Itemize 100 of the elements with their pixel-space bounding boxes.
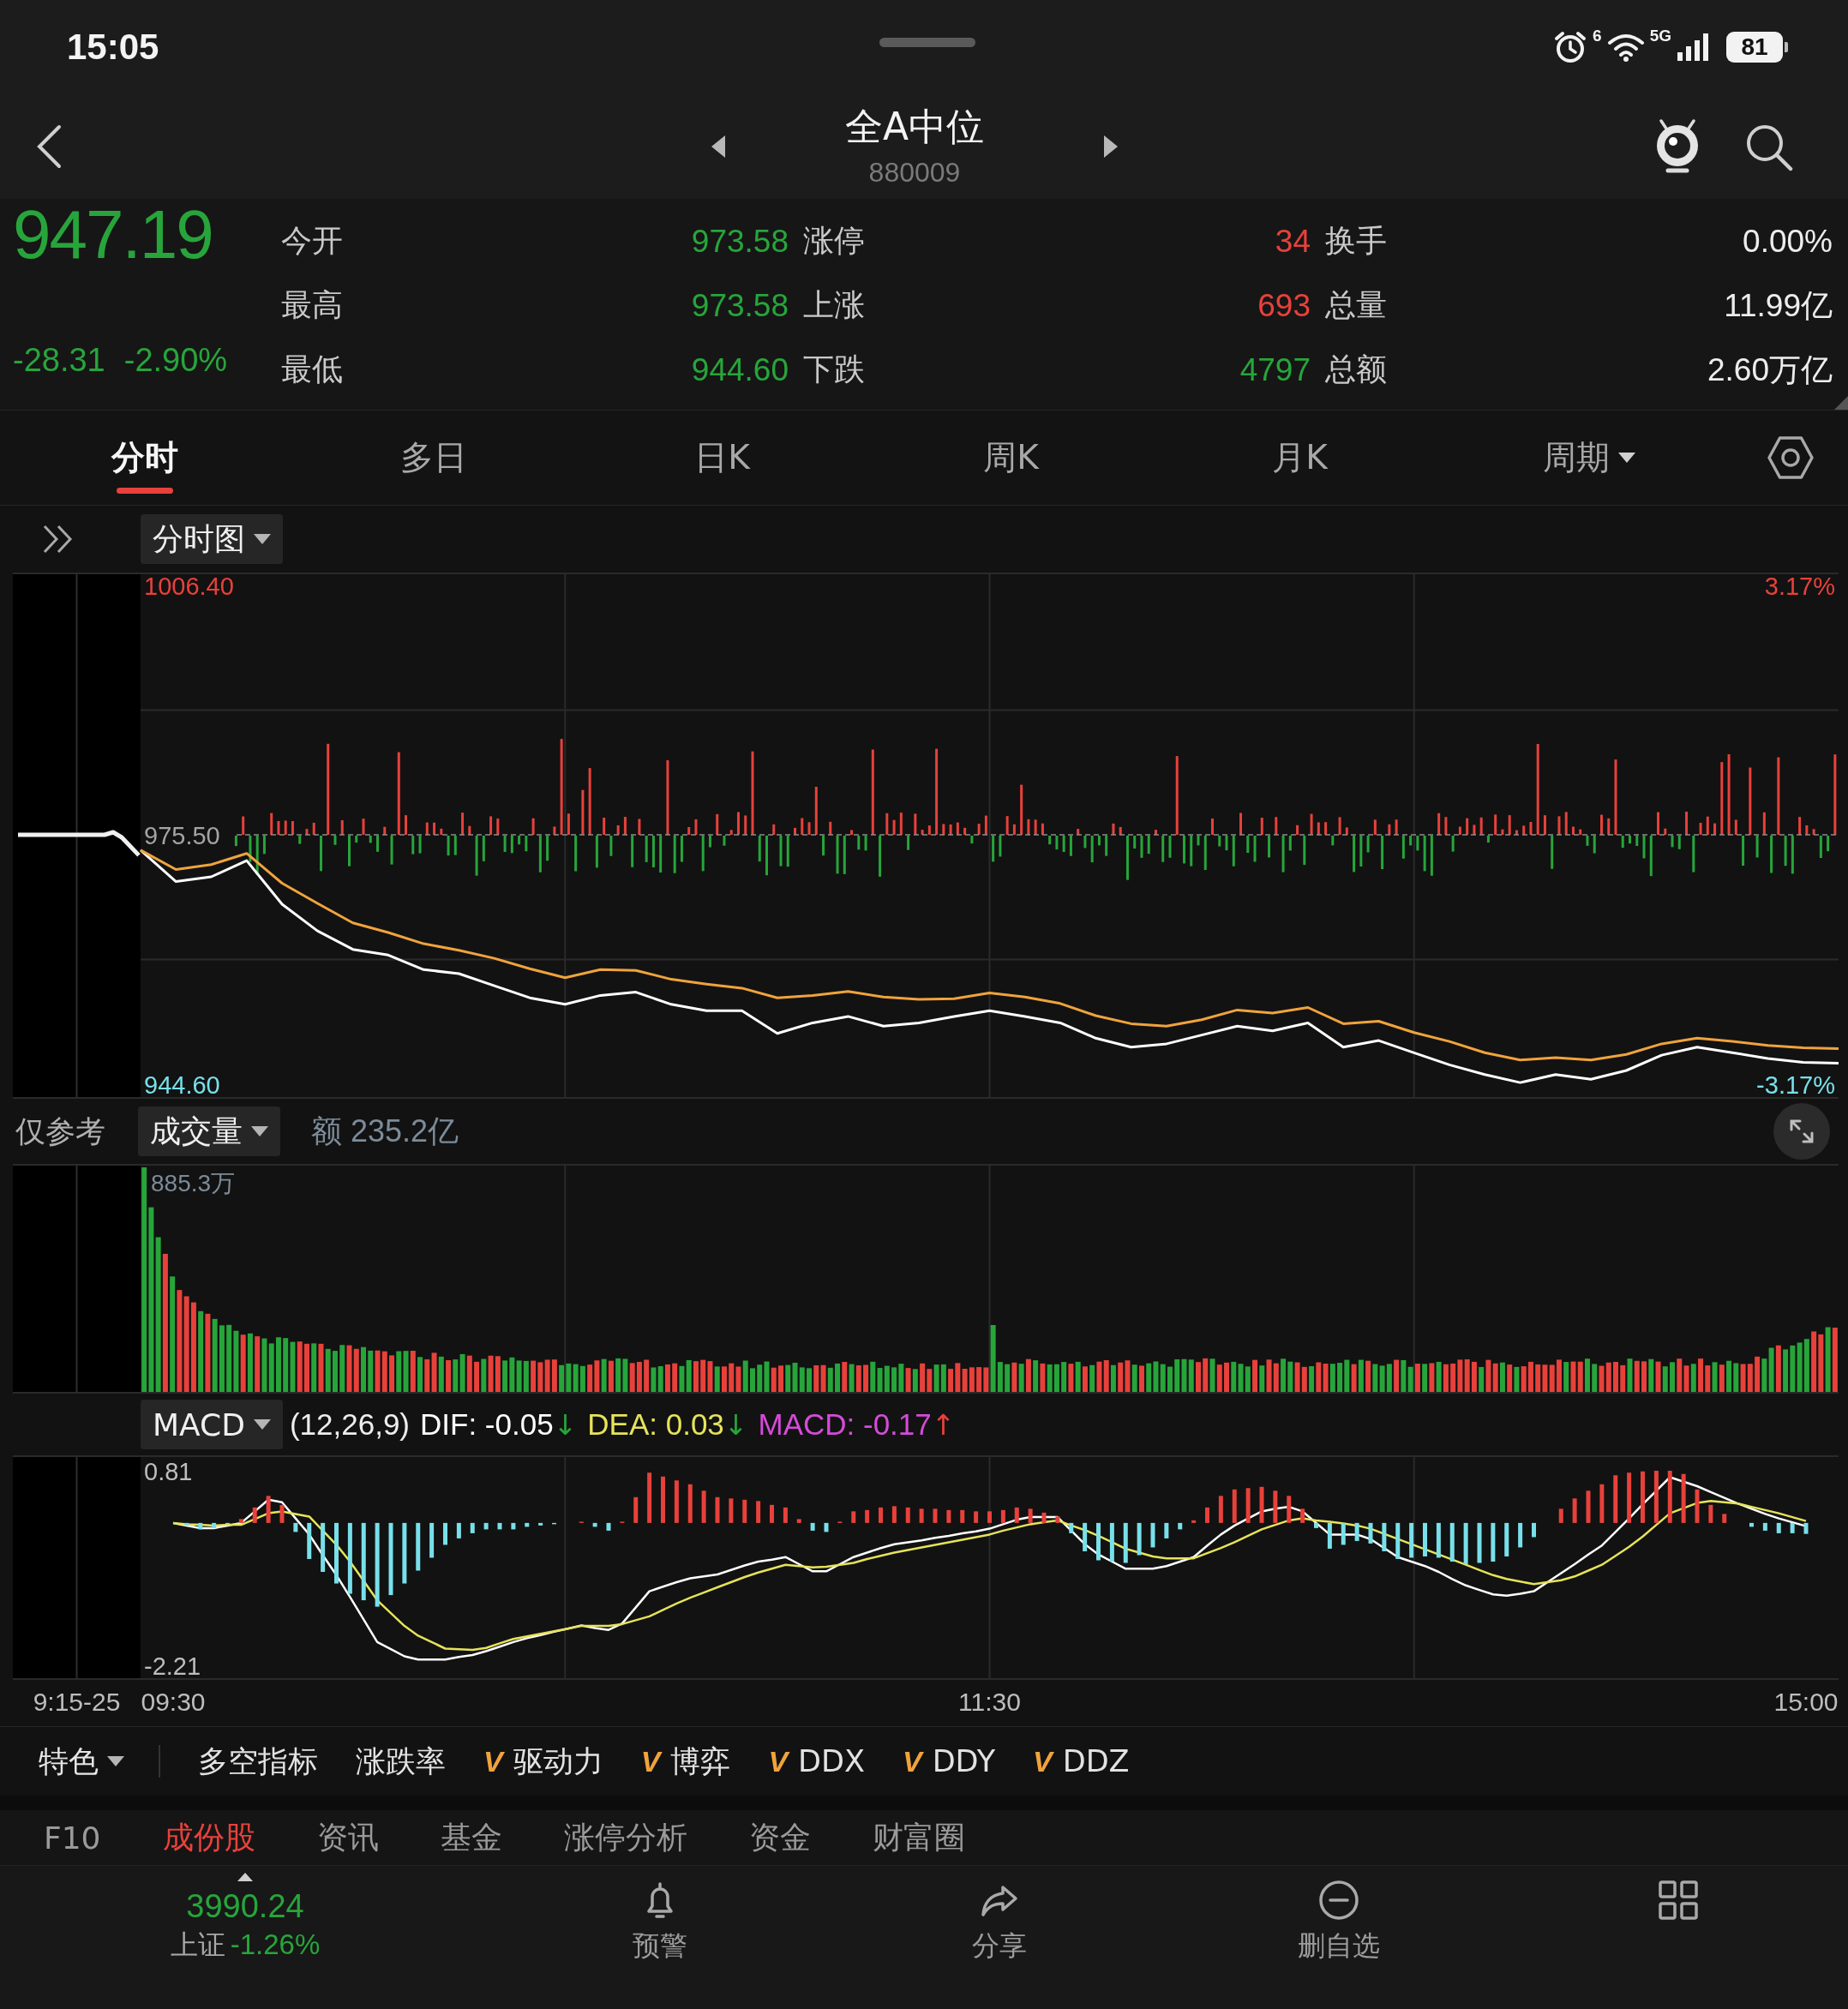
stat-value: 973.58 [691, 223, 789, 260]
remove-watchlist-button[interactable]: 删自选 [1298, 1879, 1380, 1964]
info-tab[interactable]: 财富圈 [872, 1816, 965, 1859]
bar [252, 1507, 257, 1523]
vip-mark: V [640, 1744, 661, 1778]
bar [1055, 1516, 1060, 1523]
indicator-dropdown[interactable]: MACD [141, 1400, 283, 1449]
stat-label: 最低 [281, 351, 343, 388]
info-tab[interactable]: F10 [44, 1820, 101, 1856]
stat-value: 0.00% [1743, 223, 1833, 260]
stat-label: 今开 [281, 222, 343, 260]
signal-icon [1677, 33, 1709, 61]
bar [1409, 1522, 1414, 1558]
bar [361, 1522, 366, 1601]
wifi-icon [1606, 33, 1645, 62]
indicator-option[interactable]: V 博弈 [640, 1741, 731, 1782]
trend-arrow: ↑ [931, 1407, 956, 1442]
grid-menu-button[interactable] [1657, 1879, 1700, 1922]
vip-mark: V [483, 1744, 503, 1778]
bar [1300, 1508, 1305, 1523]
indicator-option-label: 驱动力 [513, 1742, 603, 1780]
bar [1287, 1496, 1292, 1523]
bar [198, 1522, 203, 1530]
left-triangle-icon[interactable] [711, 135, 725, 158]
bar [1218, 1496, 1223, 1523]
double-chevron-icon[interactable] [42, 524, 75, 555]
bar [946, 1509, 951, 1523]
bar [1245, 1488, 1251, 1523]
chart-mode-dropdown[interactable]: 分时图 [141, 514, 283, 564]
expand-icon[interactable] [1773, 1103, 1830, 1160]
indicator-reading: DIF: -0.05 [420, 1407, 554, 1442]
bar [715, 1496, 720, 1523]
back-icon[interactable] [36, 124, 62, 169]
chart-tab[interactable]: 周K [867, 411, 1155, 505]
bar [470, 1522, 475, 1533]
indicator-reading: MACD: -0.17 [758, 1407, 932, 1442]
caret-icon [1617, 453, 1635, 463]
turnover-amount: 额 235.2亿 [311, 1112, 459, 1150]
bar [1532, 1522, 1536, 1538]
stat-label: 总额 [1325, 351, 1387, 388]
chart-tab[interactable]: 月K [1155, 411, 1444, 505]
bar [1000, 1509, 1005, 1523]
info-tab[interactable]: 成份股 [162, 1816, 255, 1859]
stat-value: 944.60 [691, 351, 789, 388]
chart-tab[interactable]: 日K [578, 411, 867, 505]
corner-triangle-icon [1834, 396, 1848, 410]
feature-menu-button[interactable]: 特色 [39, 1741, 124, 1782]
bar [865, 1509, 870, 1523]
info-tab[interactable]: 资讯 [316, 1816, 379, 1859]
indicator-option[interactable]: V 驱动力 [483, 1741, 603, 1782]
bar [184, 1522, 189, 1526]
bar [416, 1522, 421, 1571]
indicator-dropdown[interactable]: 成交量 [138, 1106, 280, 1156]
bar [851, 1511, 856, 1523]
bar [1382, 1522, 1387, 1551]
bar [1681, 1473, 1686, 1523]
right-triangle-icon[interactable] [1104, 135, 1118, 158]
bar [960, 1509, 965, 1523]
settings-icon[interactable] [1767, 435, 1814, 480]
indicator-option[interactable]: V DDX [768, 1744, 865, 1778]
period-menu-tab[interactable]: 周期 [1444, 411, 1733, 505]
indicator-option[interactable]: V DDY [902, 1744, 995, 1778]
bar [1164, 1522, 1169, 1538]
indicator-option[interactable]: 多空指标 [198, 1741, 318, 1782]
info-tab[interactable]: 涨停分析 [563, 1816, 687, 1859]
bar [266, 1496, 271, 1523]
index-change: -1.26% [230, 1928, 321, 1962]
stat-value: 4797 [1239, 351, 1311, 388]
bar [1653, 1471, 1659, 1523]
stat-value: 11.99亿 [1724, 286, 1833, 325]
bar [1178, 1522, 1183, 1530]
chart-tab[interactable]: 多日 [289, 411, 578, 505]
index-name: 上证 [170, 1928, 225, 1963]
bar [742, 1499, 747, 1523]
grid-icon [1657, 1879, 1700, 1922]
vip-mark: V [1033, 1744, 1053, 1778]
last-price: 947.19 [13, 199, 213, 271]
volume-axis-label: 885.3万 [151, 1170, 236, 1196]
macd-axis-label: -2.21 [144, 1652, 201, 1680]
indicator-option[interactable]: V DDZ [1033, 1744, 1130, 1778]
price-axis-label: 975.50 [144, 821, 220, 849]
index-value: 3990.24 [186, 1887, 304, 1926]
bar [1191, 1520, 1197, 1523]
status-time: 15:05 [67, 27, 159, 68]
share-button[interactable]: 分享 [972, 1879, 1027, 1964]
bar [402, 1522, 407, 1584]
info-tab[interactable]: 资金 [748, 1816, 811, 1859]
bar [919, 1508, 924, 1523]
chart-tab[interactable]: 分时 [0, 411, 289, 505]
info-tab[interactable]: 基金 [440, 1816, 502, 1859]
bar [1341, 1522, 1346, 1545]
indicator-option-label: DDX [798, 1744, 865, 1778]
bar [783, 1507, 788, 1523]
bar [1463, 1522, 1468, 1564]
alert-button[interactable]: 预警 [633, 1879, 687, 1964]
indicator-option[interactable]: 涨跌率 [356, 1741, 446, 1782]
vip-mark: V [902, 1744, 922, 1778]
percent-change: -2.90% [123, 341, 228, 380]
bar [1314, 1522, 1318, 1528]
bar [987, 1511, 992, 1523]
